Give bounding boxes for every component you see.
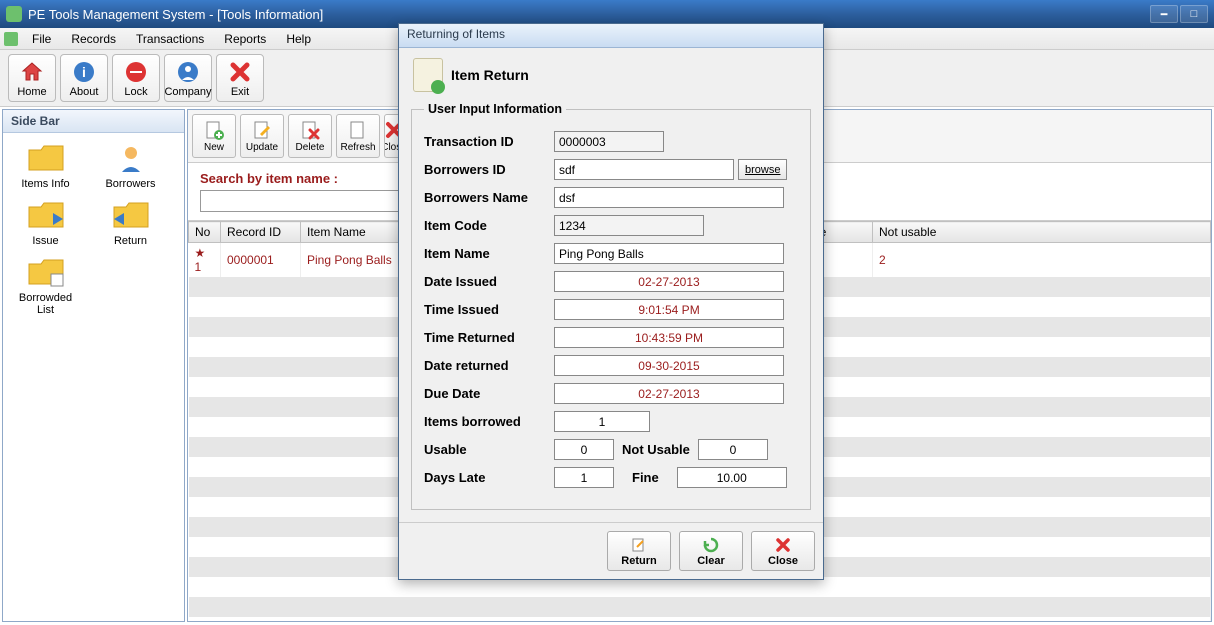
close-dialog-button[interactable]: Close [751, 531, 815, 571]
input-due-date[interactable] [554, 383, 784, 404]
list-icon [26, 257, 66, 289]
clear-icon [702, 536, 720, 554]
side-bar: Side Bar Items Info Borrowers Issue Retu… [2, 109, 185, 622]
label-items-borrowed: Items borrowed [424, 414, 554, 429]
input-usable[interactable] [554, 439, 614, 460]
table-row[interactable] [189, 617, 1211, 621]
browse-button[interactable]: browse [738, 159, 787, 180]
user-input-fieldset: User Input Information Transaction ID Bo… [411, 102, 811, 510]
col-record-id[interactable]: Record ID [221, 222, 301, 243]
label-days-late: Days Late [424, 470, 554, 485]
input-item-name[interactable] [554, 243, 784, 264]
label-item-code: Item Code [424, 218, 554, 233]
menu-transactions[interactable]: Transactions [128, 30, 212, 48]
clipboard-icon [413, 58, 443, 92]
input-borrowers-name[interactable] [554, 187, 784, 208]
sidebar-title: Side Bar [3, 110, 184, 133]
label-time-returned: Time Returned [424, 330, 554, 345]
return-dialog: Returning of Items Item Return User Inpu… [398, 23, 824, 580]
label-transaction-id: Transaction ID [424, 134, 554, 149]
label-time-issued: Time Issued [424, 302, 554, 317]
return-action-icon [630, 536, 648, 554]
menu-reports[interactable]: Reports [216, 30, 274, 48]
delete-button[interactable]: Delete [288, 114, 332, 158]
sidebar-item-items-info[interactable]: Items Info [13, 143, 78, 190]
clear-button[interactable]: Clear [679, 531, 743, 571]
sidebar-item-borrowers[interactable]: Borrowers [98, 143, 163, 190]
label-borrowers-name: Borrowers Name [424, 190, 554, 205]
new-button[interactable]: New [192, 114, 236, 158]
info-icon: i [71, 59, 97, 85]
input-fine[interactable] [677, 467, 787, 488]
issue-icon [26, 200, 66, 232]
input-date-returned[interactable] [554, 355, 784, 376]
home-button[interactable]: Home [8, 54, 56, 102]
input-time-returned[interactable] [554, 327, 784, 348]
refresh-button[interactable]: Refresh [336, 114, 380, 158]
label-date-returned: Date returned [424, 358, 554, 373]
menu-help[interactable]: Help [278, 30, 319, 48]
app-icon [6, 6, 22, 22]
maximize-button[interactable]: □ [1180, 5, 1208, 23]
label-fine: Fine [632, 470, 659, 485]
company-icon [175, 59, 201, 85]
col-not-usable[interactable]: Not usable [873, 222, 1211, 243]
company-button[interactable]: Company [164, 54, 212, 102]
svg-text:i: i [82, 64, 86, 80]
input-borrowers-id[interactable] [554, 159, 734, 180]
sidebar-item-issue[interactable]: Issue [13, 200, 78, 247]
input-date-issued[interactable] [554, 271, 784, 292]
menu-records[interactable]: Records [63, 30, 124, 48]
lock-icon [123, 59, 149, 85]
label-item-name: Item Name [424, 246, 554, 261]
minimize-button[interactable]: ━ [1150, 5, 1178, 23]
label-date-issued: Date Issued [424, 274, 554, 289]
fieldset-legend: User Input Information [424, 102, 566, 116]
delete-icon [299, 119, 321, 141]
return-button[interactable]: Return [607, 531, 671, 571]
lock-button[interactable]: Lock [112, 54, 160, 102]
label-due-date: Due Date [424, 386, 554, 401]
home-icon [19, 59, 45, 85]
window-title: PE Tools Management System - [Tools Info… [28, 7, 323, 22]
label-usable: Usable [424, 442, 554, 457]
input-not-usable[interactable] [698, 439, 768, 460]
table-row[interactable] [189, 597, 1211, 617]
folder-icon [26, 143, 66, 175]
input-days-late[interactable] [554, 467, 614, 488]
dialog-header: Item Return [451, 67, 529, 83]
refresh-icon [347, 119, 369, 141]
table-row[interactable] [189, 577, 1211, 597]
new-icon [203, 119, 225, 141]
update-button[interactable]: Update [240, 114, 284, 158]
menu-file[interactable]: File [24, 30, 59, 48]
input-item-code [554, 215, 704, 236]
exit-button[interactable]: Exit [216, 54, 264, 102]
input-items-borrowed[interactable] [554, 411, 650, 432]
label-borrowers-id: Borrowers ID [424, 162, 554, 177]
input-transaction-id [554, 131, 664, 152]
label-not-usable: Not Usable [622, 442, 690, 457]
about-button[interactable]: i About [60, 54, 108, 102]
sidebar-item-borrowed-list[interactable]: Borrowded List [13, 257, 78, 316]
person-icon [111, 143, 151, 175]
update-icon [251, 119, 273, 141]
return-icon [111, 200, 151, 232]
exit-icon [227, 59, 253, 85]
sidebar-item-return[interactable]: Return [98, 200, 163, 247]
input-time-issued[interactable] [554, 299, 784, 320]
col-no[interactable]: No [189, 222, 221, 243]
dialog-title: Returning of Items [399, 24, 823, 48]
menu-icon [4, 32, 18, 46]
close-dialog-icon [774, 536, 792, 554]
